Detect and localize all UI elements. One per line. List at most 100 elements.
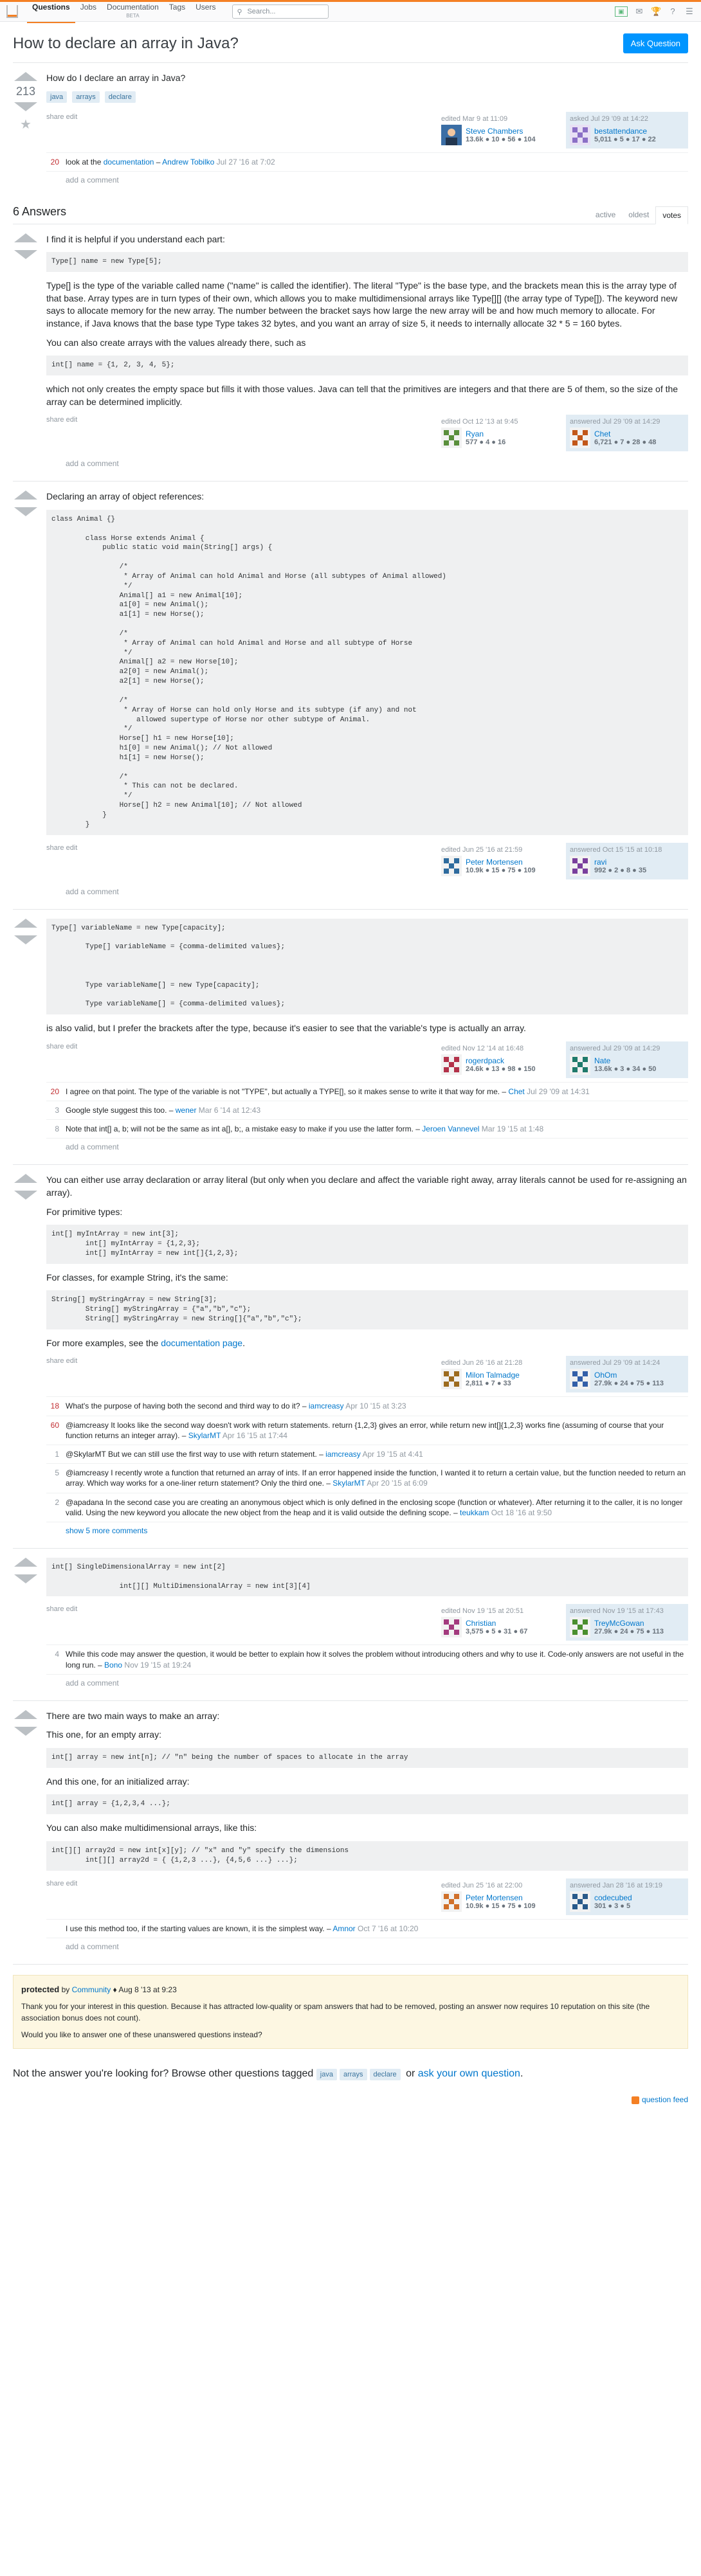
search-input[interactable]: ⚲ Search...: [232, 5, 329, 19]
avatar[interactable]: [570, 855, 590, 876]
add-comment-link[interactable]: add a comment: [46, 883, 688, 900]
ask-question-button[interactable]: Ask Question: [623, 33, 688, 53]
documentation-link[interactable]: documentation: [104, 158, 154, 167]
user-link[interactable]: Christian: [466, 1619, 527, 1628]
downvote-icon[interactable]: [14, 935, 37, 944]
avatar[interactable]: [441, 1054, 462, 1075]
avatar[interactable]: [441, 1891, 462, 1912]
avatar[interactable]: [570, 1891, 590, 1912]
topbar: Questions Jobs Documentation BETA Tags Users …: [0, 0, 701, 23]
comment-score: 1: [55, 1450, 59, 1459]
site-logo[interactable]: [6, 5, 18, 18]
upvote-icon[interactable]: [14, 72, 37, 81]
upvote-icon[interactable]: [14, 1557, 37, 1567]
upvote-icon[interactable]: [14, 1709, 37, 1719]
upvote-icon[interactable]: [14, 491, 37, 500]
documentation-page-link[interactable]: documentation page: [161, 1338, 242, 1348]
comment-user[interactable]: Andrew Tobilko: [162, 158, 214, 167]
user-link[interactable]: ravi: [594, 858, 646, 867]
user-link[interactable]: bestattendance: [594, 127, 656, 136]
comment-user[interactable]: iamcreasy: [309, 1401, 344, 1410]
tab-oldest[interactable]: oldest: [622, 206, 655, 224]
comment-user[interactable]: Bono: [104, 1661, 122, 1670]
achievements-icon[interactable]: 🏆: [651, 6, 661, 17]
tag[interactable]: declare: [369, 2069, 401, 2081]
avatar[interactable]: [570, 124, 590, 145]
tag[interactable]: arrays: [339, 2069, 367, 2081]
user-link[interactable]: Chet: [594, 429, 656, 438]
user-link[interactable]: Peter Mortensen: [466, 1893, 536, 1902]
avatar[interactable]: [570, 1617, 590, 1638]
avatar[interactable]: [570, 428, 590, 449]
user-link[interactable]: TreyMcGowan: [594, 1619, 664, 1628]
tag[interactable]: java: [46, 91, 68, 103]
site-switcher-icon[interactable]: ☰: [684, 6, 695, 17]
tab-active[interactable]: active: [589, 206, 622, 224]
user-link[interactable]: rogerdpack: [466, 1056, 536, 1065]
favorite-star-icon[interactable]: ★: [20, 116, 32, 132]
comment-user[interactable]: Amnor: [332, 1924, 355, 1933]
post-menu[interactable]: share edit: [46, 1878, 431, 1887]
inbox-icon[interactable]: ✉: [634, 6, 644, 17]
post-menu[interactable]: share edit: [46, 1356, 431, 1365]
comment-user[interactable]: wener: [176, 1106, 197, 1115]
nav-item-2[interactable]: Documentation BETA: [102, 0, 164, 23]
add-comment-link[interactable]: add a comment: [46, 1675, 688, 1691]
avatar[interactable]: [570, 1054, 590, 1075]
post-menu[interactable]: share edit: [46, 843, 431, 852]
post-menu[interactable]: share edit: [46, 1604, 431, 1613]
reputation-badge[interactable]: ▣: [615, 6, 628, 17]
upvote-icon[interactable]: [14, 1174, 37, 1184]
tag[interactable]: declare: [104, 91, 136, 103]
comment-user[interactable]: teukkam: [460, 1508, 489, 1517]
nav-item-0[interactable]: Questions: [27, 0, 75, 23]
add-comment-link[interactable]: add a comment: [46, 455, 688, 472]
downvote-icon[interactable]: [14, 102, 37, 111]
avatar[interactable]: [441, 1617, 462, 1638]
downvote-icon[interactable]: [14, 1726, 37, 1736]
add-comment-link[interactable]: add a comment: [46, 1938, 688, 1955]
tag[interactable]: java: [316, 2069, 337, 2081]
user-link[interactable]: Ryan: [466, 429, 505, 438]
upvote-icon[interactable]: [14, 233, 37, 242]
downvote-icon[interactable]: [14, 1574, 37, 1583]
add-comment-link[interactable]: add a comment: [46, 1139, 688, 1155]
ask-own-question-link[interactable]: ask your own question: [418, 2068, 520, 2079]
avatar[interactable]: [441, 855, 462, 876]
page-title[interactable]: How to declare an array in Java?: [13, 35, 239, 53]
user-link[interactable]: Nate: [594, 1056, 656, 1065]
downvote-icon[interactable]: [14, 1191, 37, 1200]
upvote-icon[interactable]: [14, 918, 37, 928]
comment-user[interactable]: iamcreasy: [325, 1450, 361, 1459]
user-link[interactable]: Milon Talmadge: [466, 1371, 520, 1380]
answer-comments: 18 What's the purpose of having both the …: [46, 1396, 688, 1522]
user-link[interactable]: OhOm: [594, 1371, 664, 1380]
community-link[interactable]: Community: [72, 1985, 111, 1994]
user-link[interactable]: Peter Mortensen: [466, 858, 536, 867]
downvote-icon[interactable]: [14, 249, 37, 259]
tag[interactable]: arrays: [72, 91, 100, 103]
show-more-comments-link[interactable]: show 5 more comments: [46, 1522, 688, 1539]
add-comment-link[interactable]: add a comment: [46, 172, 688, 188]
avatar[interactable]: [441, 428, 462, 449]
comment-user[interactable]: Chet: [508, 1087, 524, 1096]
nav-item-1[interactable]: Jobs: [75, 0, 102, 23]
avatar[interactable]: [441, 124, 462, 145]
nav-item-3[interactable]: Tags: [164, 0, 190, 23]
avatar[interactable]: [441, 1369, 462, 1390]
comment-user[interactable]: Jeroen Vannevel: [422, 1124, 479, 1133]
downvote-icon[interactable]: [14, 507, 37, 517]
avatar[interactable]: [570, 1369, 590, 1390]
user-link[interactable]: codecubed: [594, 1893, 632, 1902]
comment-user[interactable]: SkylarMT: [332, 1479, 365, 1488]
post-menu[interactable]: share edit: [46, 415, 431, 424]
tab-votes[interactable]: votes: [655, 206, 688, 224]
question-feed-link[interactable]: question feed: [642, 2095, 688, 2104]
user-link[interactable]: Steve Chambers: [466, 127, 536, 136]
post-menu[interactable]: share edit: [46, 112, 431, 121]
comment-user[interactable]: SkylarMT: [188, 1431, 221, 1440]
help-icon[interactable]: ?: [668, 6, 678, 17]
post-menu[interactable]: share edit: [46, 1041, 431, 1050]
nav-item-4[interactable]: Users: [190, 0, 221, 23]
answered-signature: answered Jan 28 '16 at 19:19 codecubed 301…: [566, 1878, 688, 1915]
